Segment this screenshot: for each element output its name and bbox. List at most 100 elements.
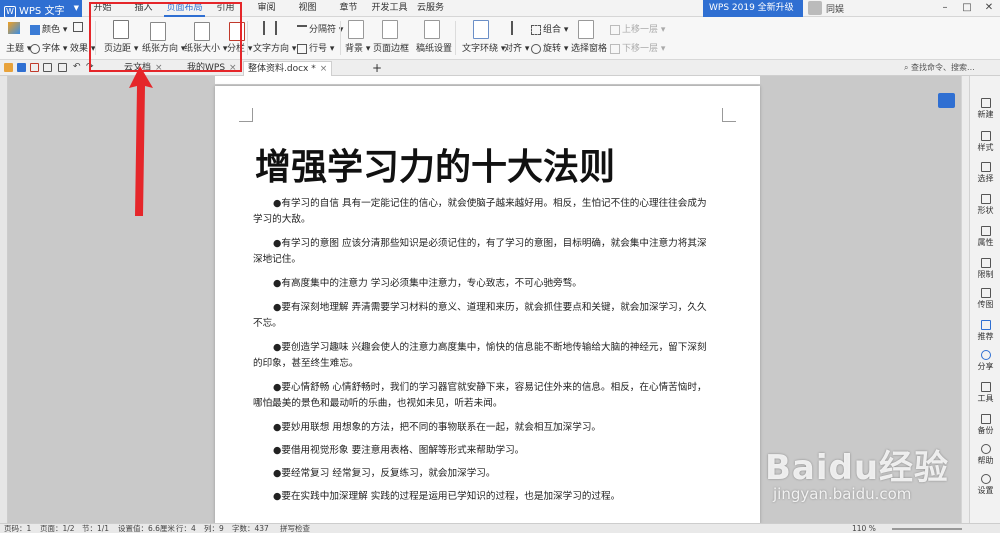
vertical-ruler	[0, 76, 8, 523]
sidebar-label: 分享	[977, 362, 994, 371]
maximize-icon[interactable]: □	[956, 0, 978, 17]
document-body[interactable]: ●有学习的自信 具有一定能记住的信心，就会使脑子越来越好用。相反，生怕记不住的心…	[253, 196, 716, 512]
status-word-count[interactable]: 字数：437	[232, 524, 269, 533]
paragraph[interactable]: ●要借用视觉形象 要注意用表格、图解等形式来帮助学习。	[253, 443, 716, 459]
group-button[interactable]: 组合 ▾	[531, 22, 568, 35]
window-controls: – □ ✕	[934, 0, 1000, 17]
text-wrap-icon[interactable]	[473, 20, 489, 39]
sidebar-item-new[interactable]: 新建	[970, 98, 1000, 120]
sidebar-item-help[interactable]: 帮助	[970, 444, 1000, 466]
color-button[interactable]: 颜色 ▾	[30, 22, 67, 35]
status-col[interactable]: 列：9	[204, 524, 224, 533]
status-spellcheck[interactable]: 拼写检查	[280, 524, 310, 533]
sidebar-label: 帮助	[977, 456, 994, 465]
sidebar-item-recommend[interactable]: 推荐	[970, 320, 1000, 342]
bring-forward-button[interactable]: 上移一层 ▾	[610, 22, 665, 35]
align-icon[interactable]	[511, 21, 527, 35]
text-wrap-label: 文字环绕	[462, 44, 499, 54]
paragraph[interactable]: ●要有深刻地理解 弄清需要学习材料的意义、道理和来历，就会抓住要点和关键，就会加…	[253, 300, 716, 332]
theme-icon[interactable]	[8, 22, 22, 34]
text-direction-icon[interactable]	[263, 21, 279, 35]
undo-icon[interactable]: ↶	[73, 63, 82, 72]
align-button[interactable]: 对齐 ▾	[504, 41, 529, 54]
sidebar-item-share[interactable]: 分享	[970, 350, 1000, 372]
sidebar-item-shape[interactable]: 形状	[970, 194, 1000, 216]
sidebar-item-settings[interactable]: 设置	[970, 474, 1000, 496]
page-border-button[interactable]: 页面边框	[373, 41, 409, 54]
status-section[interactable]: 节：1/1	[82, 524, 109, 533]
page-border-label: 页面边框	[373, 44, 410, 54]
tab-developer[interactable]: 开发工具	[369, 0, 410, 17]
paragraph[interactable]: ●有学习的自信 具有一定能记住的信心，就会使脑子越来越好用。相反，生怕记不住的心…	[253, 196, 716, 228]
sidebar-item-backup[interactable]: 备份	[970, 414, 1000, 436]
sidebar-label: 样式	[977, 143, 994, 152]
manuscript-button[interactable]: 稿纸设置	[416, 41, 452, 54]
paragraph[interactable]: ●要妙用联想 用想象的方法，把不同的事物联系在一起，就会相互加深学习。	[253, 420, 716, 436]
status-pages[interactable]: 页面：1/2	[40, 524, 75, 533]
horizontal-ruler[interactable]	[215, 76, 760, 85]
paragraph[interactable]: ●要经常复习 经常复习，反复练习，就会加深学习。	[253, 466, 716, 482]
command-search-input[interactable]: ⌕ 查找命令、搜索...	[904, 62, 996, 74]
select-pane-button[interactable]: 选择窗格	[571, 41, 607, 54]
status-row[interactable]: 行：4	[176, 524, 196, 533]
line-number-button[interactable]: 行号 ▾	[297, 41, 334, 54]
font-button[interactable]: 字体 ▾	[30, 41, 67, 54]
page-border-icon[interactable]	[382, 20, 398, 39]
document-page[interactable]: 增强学习力的十大法则 ●有学习的自信 具有一定能记住的信心，就会使脑子越来越好用…	[215, 86, 760, 524]
align-label: 对齐	[504, 44, 523, 54]
status-page-number[interactable]: 页码：1	[4, 524, 31, 533]
paragraph[interactable]: ●有高度集中的注意力 学习必须集中注意力，专心致志，不可心驰旁骛。	[253, 276, 716, 292]
text-wrap-button[interactable]: 文字环绕 ▾	[462, 41, 505, 54]
sidebar-item-style[interactable]: 样式	[970, 131, 1000, 153]
paragraph[interactable]: ●要心情舒畅 心情舒畅时，我们的学习器官就安静下来，容易记住外来的信息。相反，在…	[253, 380, 716, 412]
zoom-level[interactable]: 110 %	[852, 524, 876, 533]
rotate-label: 旋转	[543, 44, 562, 54]
rotate-button[interactable]: 旋转 ▾	[531, 41, 568, 54]
paragraph[interactable]: ●要创造学习趣味 兴趣会使人的注意力高度集中，愉快的信息能不断地传输给大脑的神经…	[253, 340, 716, 372]
sidebar-item-tools[interactable]: 工具	[970, 382, 1000, 404]
spellcheck-icon[interactable]	[58, 63, 67, 72]
separator-button[interactable]: 分隔符 ▾	[297, 22, 343, 35]
select-pane-icon[interactable]	[578, 20, 594, 39]
background-icon[interactable]	[348, 20, 364, 39]
open-icon[interactable]	[4, 63, 13, 72]
location-pin-icon[interactable]	[938, 93, 955, 108]
close-icon[interactable]: ✕	[978, 0, 1000, 17]
tab-cloud[interactable]: 云服务	[410, 0, 451, 17]
sidebar-item-properties[interactable]: 属性	[970, 226, 1000, 248]
close-icon[interactable]: ×	[320, 64, 328, 74]
tab-view[interactable]: 视图	[287, 0, 328, 17]
tab-review[interactable]: 审阅	[246, 0, 287, 17]
text-direction-button[interactable]: 文字方向 ▾	[253, 41, 296, 54]
tab-chapter[interactable]: 章节	[328, 0, 369, 17]
save-icon[interactable]	[17, 63, 26, 72]
separator-label: 分隔符	[309, 25, 337, 35]
user-area[interactable]: 同娱	[808, 1, 844, 15]
bring-forward-label: 上移一层	[622, 25, 659, 35]
paragraph[interactable]: ●有学习的意图 应该分清那些知识是必须记住的，有了学习的意图，目标明确，就会集中…	[253, 236, 716, 268]
vertical-scrollbar[interactable]	[961, 76, 969, 523]
paragraph[interactable]: ●要在实践中加深理解 实践的过程是运用已学知识的过程，也是加深学习的过程。	[253, 489, 716, 505]
app-menu-button[interactable]: W WPS 文字 ▼	[0, 0, 82, 18]
help-icon	[980, 444, 991, 454]
manuscript-icon[interactable]	[424, 20, 440, 39]
bring-forward-icon	[610, 24, 620, 35]
background-button[interactable]: 背景 ▾	[345, 41, 370, 54]
avatar[interactable]	[808, 1, 822, 15]
sidebar-item-select[interactable]: 选择	[970, 162, 1000, 184]
minimize-icon[interactable]: –	[934, 0, 956, 17]
print-icon[interactable]	[30, 63, 39, 72]
sidebar-item-upload-image[interactable]: 传图	[970, 288, 1000, 310]
tab-current-document[interactable]: 整体资料.docx * ×	[243, 61, 333, 76]
effect-icon[interactable]	[73, 22, 85, 33]
upgrade-promo-button[interactable]: WPS 2019 全新升级	[703, 0, 803, 17]
print-preview-icon[interactable]	[43, 63, 52, 72]
theme-button[interactable]: 主题 ▾	[6, 41, 31, 54]
sidebar-label: 限制	[977, 270, 994, 279]
document-title[interactable]: 增强学习力的十大法则	[255, 138, 725, 190]
new-tab-icon[interactable]: +	[368, 61, 386, 76]
send-backward-button[interactable]: 下移一层 ▾	[610, 41, 665, 54]
sidebar-item-restrict[interactable]: 限制	[970, 258, 1000, 280]
status-position[interactable]: 设置值：6.6厘米	[118, 524, 175, 533]
zoom-slider[interactable]	[892, 528, 962, 530]
